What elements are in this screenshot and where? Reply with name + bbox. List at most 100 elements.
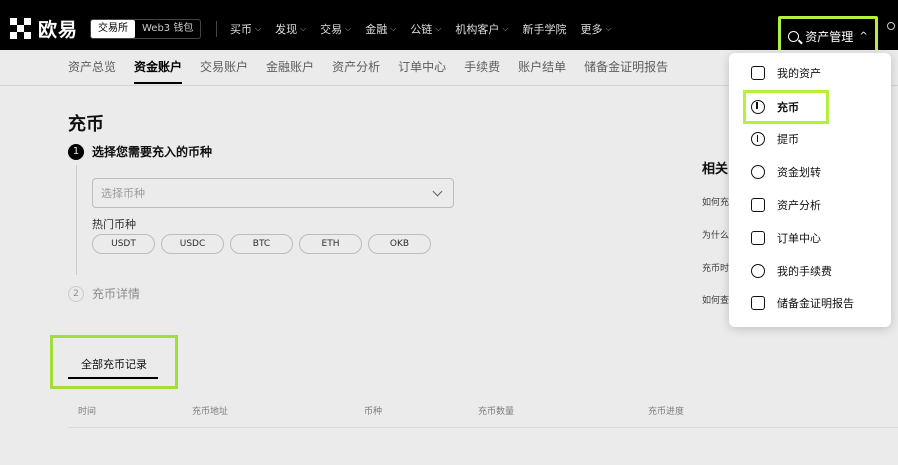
subnav-item[interactable]: 账户结单 (518, 58, 566, 84)
hot-coin-chip[interactable]: OKB (368, 234, 431, 254)
faq-item[interactable]: 充币时 (702, 261, 730, 274)
nav-item-label: 更多 (580, 23, 603, 36)
nav-divider (216, 21, 217, 37)
nav-item-label: 新手学院 (522, 23, 567, 36)
analysis-icon (751, 198, 765, 212)
hot-coin-chip[interactable]: ETH (299, 234, 362, 254)
nav-item[interactable]: 新手学院 (522, 21, 566, 37)
hot-coin-chip[interactable]: USDT (92, 234, 155, 254)
top-navbar: 欧易 交易所 Web3 钱包 买币 ⌵ 发现 ⌵ 交易 ⌵ 金融 ⌵ 公链 ⌵ 机构客户 ⌵ 新手学院更… (0, 0, 898, 56)
wallet-icon (751, 66, 765, 80)
search-icon (788, 30, 800, 42)
step-connector (76, 165, 77, 275)
nav-item[interactable]: 交易 ⌵ (320, 21, 351, 37)
dropdown-item-label: 资产分析 (777, 199, 821, 212)
coin-select[interactable]: 选择币种 (92, 178, 454, 208)
table-header-cell: 币种 (364, 407, 383, 417)
table-header-cell: 时间 (78, 407, 97, 417)
hot-coin-chip[interactable]: USDC (161, 234, 224, 254)
withdraw-icon (751, 132, 765, 146)
nav-item-label: 机构客户 (455, 23, 500, 36)
faq-item[interactable]: 如何查 (702, 293, 730, 306)
dropdown-item[interactable]: 储备金证明报告 (751, 293, 854, 313)
subnav-item[interactable]: 金融账户 (266, 58, 314, 84)
asset-management-dropdown: 我的资产充币提币资金划转资产分析订单中心我的手续费储备金证明报告 (729, 53, 891, 327)
dropdown-item-label: 我的资产 (777, 67, 821, 80)
chevron-down-icon: ⌵ (255, 24, 262, 33)
hot-coin-chip[interactable]: BTC (230, 234, 293, 254)
dropdown-item-label: 我的手续费 (777, 265, 832, 278)
chevron-down-icon: ⌵ (300, 24, 307, 33)
subnav-item[interactable]: 资金账户 (134, 58, 183, 84)
subnav-item[interactable]: 资产总览 (68, 58, 116, 84)
faq-item[interactable]: 如何充 (702, 195, 730, 208)
chevron-down-icon: ⌵ (435, 24, 442, 33)
dropdown-item-label: 充币 (777, 101, 799, 114)
table-divider (68, 427, 898, 428)
nav-item[interactable]: 金融 ⌵ (365, 21, 396, 37)
step-title: 选择您需要充入的币种 (92, 145, 213, 159)
dropdown-item[interactable]: 我的资产 (751, 63, 821, 83)
active-tab-underline (68, 377, 158, 379)
chevron-down-icon: ⌵ (390, 24, 397, 33)
step-select-coin: 1 选择您需要充入的币种 (68, 143, 212, 160)
dropdown-item[interactable]: 订单中心 (751, 228, 821, 248)
fee-icon (751, 264, 765, 278)
step-number: 2 (68, 285, 84, 302)
subnav-item[interactable]: 订单中心 (398, 58, 446, 84)
chevron-down-icon: ⌵ (605, 24, 612, 33)
dropdown-item[interactable]: 我的手续费 (751, 261, 832, 281)
dropdown-item[interactable]: 充币 (743, 90, 829, 124)
hot-coins-list: USDT USDC BTC ETH OKB (92, 234, 431, 254)
nav-item[interactable]: 发现 ⌵ (275, 21, 306, 37)
brand-logo[interactable]: 欧易 (10, 15, 78, 42)
dropdown-item[interactable]: 资金划转 (751, 162, 821, 182)
user-icon[interactable] (887, 22, 898, 36)
all-deposit-records-tab[interactable]: 全部充币记录 (50, 335, 178, 389)
brand-name: 欧易 (38, 19, 79, 41)
records-table-header: 时间 充币地址 币种 充币数量 充币进度 (78, 404, 898, 424)
step-deposit-details: 2 充币详情 (68, 285, 140, 302)
nav-item-label: 公链 (410, 23, 433, 36)
dropdown-item-label: 订单中心 (777, 232, 821, 245)
table-header-cell: 充币进度 (648, 407, 685, 417)
faq-item[interactable]: 为什么 (702, 228, 730, 241)
transfer-icon (751, 165, 765, 179)
subnav-item[interactable]: 手续费 (464, 58, 500, 84)
nav-item[interactable]: 买币 ⌵ (230, 21, 261, 37)
report-icon (751, 296, 765, 310)
page-title: 充币 (68, 114, 104, 135)
mode-web3-tab[interactable]: Web3 钱包 (135, 20, 200, 38)
faq-title: 相关 (702, 162, 729, 177)
nav-item-label: 买币 (230, 23, 252, 36)
main-nav: 买币 ⌵ 发现 ⌵ 交易 ⌵ 金融 ⌵ 公链 ⌵ 机构客户 ⌵ 新手学院 更多 ⌵ (230, 21, 612, 37)
order-icon (751, 231, 765, 245)
step-title: 充币详情 (92, 287, 141, 301)
nav-item[interactable]: 公链 ⌵ (410, 21, 441, 37)
nav-item-label: 金融 (365, 23, 388, 36)
nav-item[interactable]: 机构客户 ⌵ (455, 21, 508, 37)
okx-logo-icon (10, 17, 32, 40)
subnav-item[interactable]: 交易账户 (200, 58, 248, 84)
subnav-item[interactable]: 资产分析 (332, 58, 380, 84)
chevron-down-icon: ⌵ (345, 24, 352, 33)
dropdown-item[interactable]: 提币 (751, 129, 799, 149)
asset-management-label: 资产管理 (805, 29, 854, 44)
table-header-cell: 充币地址 (192, 407, 229, 417)
step-number: 1 (68, 143, 84, 160)
hot-coins-label: 热门币种 (92, 218, 136, 231)
dropdown-item-label: 储备金证明报告 (777, 297, 854, 310)
coin-select-placeholder: 选择币种 (101, 187, 145, 200)
chevron-down-icon (432, 186, 443, 196)
chevron-down-icon: ⌵ (502, 24, 509, 33)
dropdown-item-label: 提币 (777, 133, 799, 146)
dropdown-item[interactable]: 资产分析 (751, 195, 821, 215)
nav-item[interactable]: 更多 ⌵ (580, 21, 611, 37)
subnav-item[interactable]: 储备金证明报告 (584, 58, 668, 84)
mode-switch: 交易所 Web3 钱包 (90, 19, 202, 39)
table-header-cell: 充币数量 (478, 407, 515, 417)
mode-exchange-tab[interactable]: 交易所 (91, 20, 135, 38)
deposit-icon (751, 100, 765, 114)
chevron-up-icon: ^ (859, 30, 868, 42)
records-tab-label: 全部充币记录 (81, 358, 147, 371)
